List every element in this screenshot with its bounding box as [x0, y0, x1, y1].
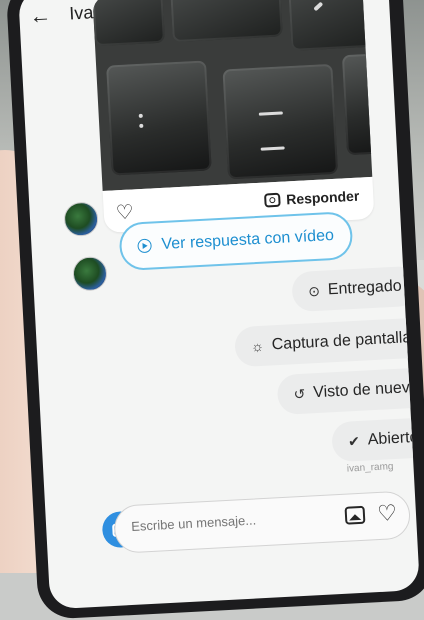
- phone-screen: ← Ivan_ ♡ Responder Ver respuesta con ví…: [18, 0, 420, 610]
- status-replayed: ↺ Visto de nuevo: [276, 366, 420, 416]
- avatar[interactable]: [72, 255, 108, 292]
- status-label: Abierto: [367, 428, 419, 449]
- gallery-icon[interactable]: [344, 505, 366, 525]
- back-arrow-icon[interactable]: ←: [29, 2, 52, 29]
- like-heart-icon[interactable]: ♡: [115, 199, 134, 225]
- reply-button[interactable]: Responder: [263, 187, 360, 209]
- avatar[interactable]: [63, 201, 99, 238]
- heart-icon[interactable]: ♡: [377, 500, 398, 527]
- seen-by-username: ivan_ramg: [346, 461, 394, 475]
- reply-label: Responder: [285, 187, 360, 208]
- phone-device: ← Ivan_ ♡ Responder Ver respuesta con ví…: [5, 0, 424, 620]
- message-input[interactable]: [130, 511, 282, 534]
- sparkle-icon: ☼: [250, 337, 265, 355]
- message-composer: ♡: [113, 490, 412, 554]
- check-circle-icon: ✔: [347, 432, 361, 449]
- circle-dot-icon: ⊙: [307, 282, 321, 299]
- video-reply-label: Ver respuesta con vídeo: [161, 226, 335, 253]
- shared-post-image[interactable]: [92, 0, 373, 192]
- status-delivered: ⊙ Entregado: [291, 265, 419, 313]
- status-label: Captura de pantalla: [271, 329, 412, 354]
- status-label: Entregado: [327, 277, 403, 299]
- replay-icon: ↺: [293, 385, 306, 402]
- status-opened: ✔ Abierto: [331, 417, 420, 463]
- camera-icon: [263, 192, 281, 208]
- status-screenshot: ☼ Captura de pantalla: [233, 317, 420, 368]
- status-label: Visto de nuevo: [312, 378, 420, 402]
- play-icon: [137, 238, 152, 254]
